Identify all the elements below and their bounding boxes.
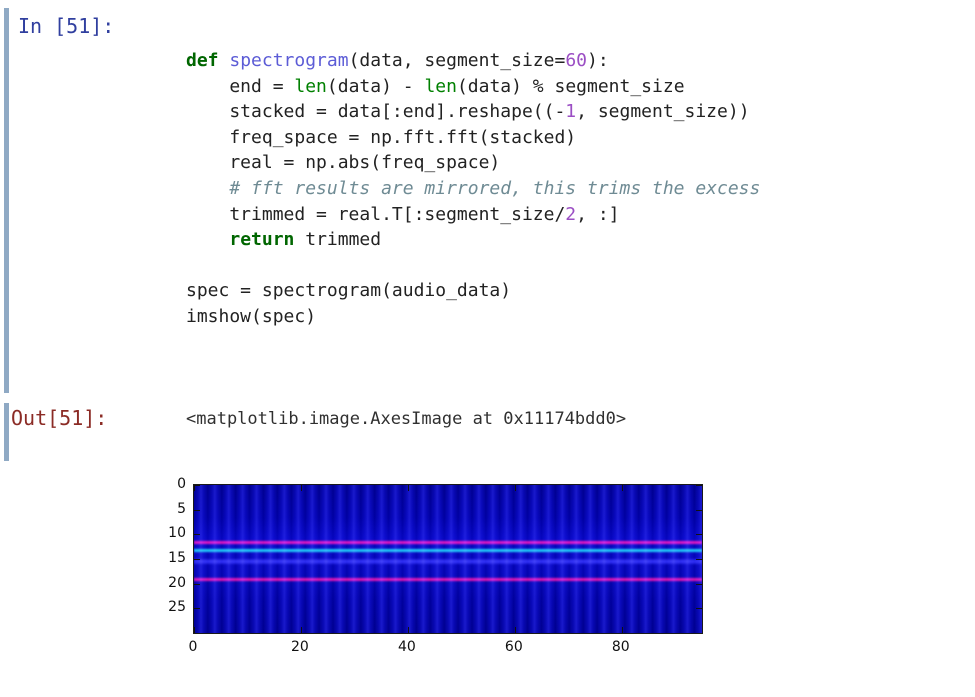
code-token: trimmed = real.T[:segment_size/ xyxy=(186,203,566,225)
y-tick-label: 25 xyxy=(168,599,186,616)
x-tick-mark xyxy=(194,627,195,633)
frequency-band-faint-blue-band xyxy=(194,557,702,565)
code-line: trimmed = real.T[:segment_size/2, :] xyxy=(186,202,760,228)
code-token: ): xyxy=(587,50,609,71)
code-token: (data) - xyxy=(326,75,425,97)
y-tick-mark-right xyxy=(696,509,702,511)
code-token: # fft results are mirrored, this trims t… xyxy=(186,177,761,199)
code-token: len xyxy=(424,75,457,97)
code-token: len xyxy=(294,75,327,97)
x-tick-mark xyxy=(300,627,302,633)
y-tick-label: 20 xyxy=(168,574,186,591)
code-line: # fft results are mirrored, this trims t… xyxy=(186,176,760,202)
notebook-cell-container: In [51]: def spectrogram(data, segment_s… xyxy=(0,0,975,697)
output-cell-accent-bar xyxy=(4,403,9,461)
code-token: freq_space = np.fft.fft(stacked) xyxy=(186,126,577,148)
y-tick-mark-right xyxy=(696,583,702,585)
code-token: def xyxy=(186,50,230,71)
y-tick-mark-right xyxy=(696,559,702,560)
code-line: end = len(data) - len(data) % segment_si… xyxy=(186,74,760,100)
frequency-band-red-band-lower xyxy=(194,576,702,582)
code-line: def spectrogram(data, segment_size=60): xyxy=(186,48,760,74)
x-tick-mark xyxy=(407,627,409,633)
code-token: 1 xyxy=(565,101,577,123)
y-tick-mark xyxy=(194,509,200,511)
y-tick-mark-right xyxy=(696,534,702,536)
plot-axes-frame xyxy=(193,484,703,634)
code-token: return xyxy=(229,229,295,251)
code-line: spec = spectrogram(audio_data) xyxy=(186,278,760,304)
input-prompt-label[interactable]: In [51]: xyxy=(18,14,114,38)
code-token: , :] xyxy=(576,203,620,225)
code-line: return trimmed xyxy=(186,227,760,253)
code-line: real = np.abs(freq_space) xyxy=(186,150,760,176)
output-prompt-label: Out[51]: xyxy=(11,406,108,430)
x-tick-mark xyxy=(514,627,516,633)
code-editor-area[interactable]: def spectrogram(data, segment_size=60): … xyxy=(186,48,760,330)
x-tick-mark-top xyxy=(621,485,623,491)
x-tick-mark-top xyxy=(514,485,516,491)
spectrogram-figure: 0 5 10 15 20 25 0 20 40 60 80 xyxy=(160,473,720,673)
y-tick-mark-right xyxy=(696,485,702,486)
code-token: 2 xyxy=(565,203,577,225)
code-token: (data, segment_size= xyxy=(348,50,566,71)
y-tick-mark xyxy=(194,534,200,536)
x-tick-label: 60 xyxy=(504,639,523,655)
code-line: stacked = data[:end].reshape((-1, segmen… xyxy=(186,99,760,125)
frequency-band-cyan-band xyxy=(194,547,702,553)
y-tick-label: 10 xyxy=(168,525,186,542)
y-tick-label: 15 xyxy=(168,550,186,566)
x-tick-mark-top xyxy=(194,485,195,491)
x-tick-label: 20 xyxy=(291,639,309,655)
y-tick-mark xyxy=(194,559,200,560)
y-tick-label: 5 xyxy=(177,500,186,517)
code-token: real = np.abs(freq_space) xyxy=(186,152,501,174)
code-token: 60 xyxy=(565,50,588,71)
x-tick-label: 80 xyxy=(611,639,630,655)
x-tick-mark-top xyxy=(300,485,302,491)
code-token: trimmed xyxy=(294,229,382,251)
x-tick-label: 0 xyxy=(188,639,198,655)
input-cell-accent-bar xyxy=(4,8,9,393)
code-token: stacked = data[:end].reshape((- xyxy=(186,101,566,123)
x-tick-mark-top xyxy=(407,485,409,491)
code-line: freq_space = np.fft.fft(stacked) xyxy=(186,125,760,151)
code-token: (data) % segment_size xyxy=(456,75,685,97)
output-repr-text: <matplotlib.image.AxesImage at 0x11174bd… xyxy=(186,409,627,429)
code-token: spectrogram xyxy=(229,50,349,71)
code-token: end = xyxy=(186,75,295,97)
x-tick-label: 40 xyxy=(397,639,416,655)
y-tick-label: 0 xyxy=(177,476,186,492)
code-token: imshow(spec) xyxy=(186,305,317,327)
y-tick-mark-right xyxy=(696,608,702,610)
x-tick-mark xyxy=(621,627,623,633)
code-line: imshow(spec) xyxy=(186,304,760,330)
frequency-band-red-band-upper xyxy=(194,539,702,545)
y-tick-mark xyxy=(194,583,200,585)
code-token: , segment_size)) xyxy=(576,101,750,123)
y-tick-mark xyxy=(194,608,200,610)
code-token: spec = spectrogram(audio_data) xyxy=(186,280,512,302)
